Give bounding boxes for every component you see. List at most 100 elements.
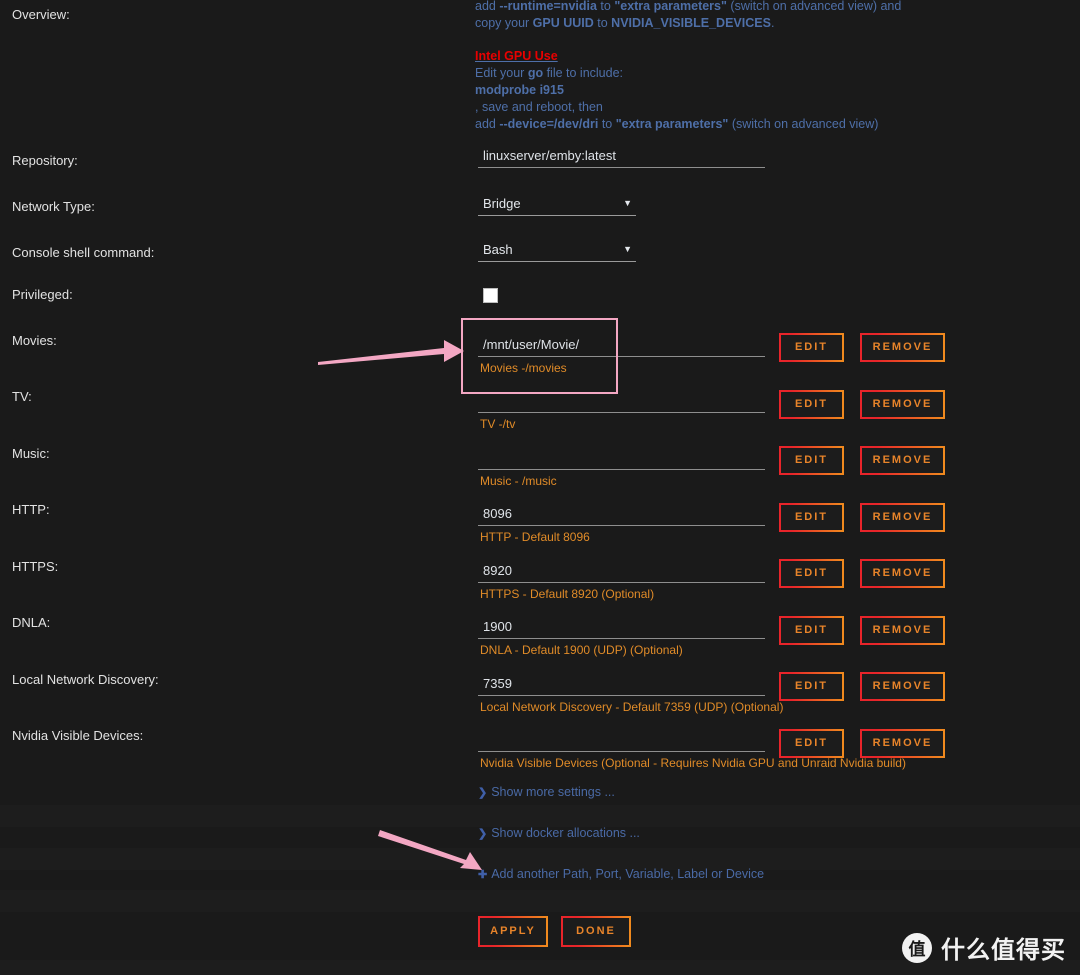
field-repository: [478, 148, 765, 168]
overview-emphasis: GPU UUID: [532, 15, 594, 30]
overview-text-run: .: [770, 15, 775, 30]
mapping-help-6: Local Network Discovery - Default 7359 (…: [480, 700, 784, 714]
privileged-checkbox[interactable]: [483, 288, 498, 303]
repository-input[interactable]: [478, 148, 765, 168]
overview-text-run: to: [598, 116, 616, 131]
label-mapping-5: DNLA:: [12, 615, 51, 630]
edit-button-7[interactable]: EDIT: [779, 729, 844, 758]
label-mapping-4: HTTPS:: [12, 559, 59, 574]
chevron-down-icon: ▼: [623, 198, 632, 208]
mapping-input-4[interactable]: [478, 563, 765, 583]
mapping-help-1: TV -/tv: [480, 417, 516, 431]
watermark-logo-icon: 值: [902, 932, 932, 963]
overview-emphasis: "extra parameters": [614, 0, 727, 13]
row-stripe: [0, 890, 1080, 912]
label-mapping-1: TV:: [12, 389, 32, 404]
console-shell-value: Bash: [483, 242, 513, 257]
overview-line: modprobe i915: [475, 82, 1035, 99]
edit-button-2[interactable]: EDIT: [779, 446, 844, 475]
overview-line: [475, 32, 1035, 49]
docker-container-settings-page: Overview: add --runtime=nvidia to "extra…: [0, 0, 1080, 975]
mapping-input-3[interactable]: [478, 506, 765, 526]
overview-line: copy your GPU UUID to NVIDIA_VISIBLE_DEV…: [475, 15, 1035, 32]
overview-line: add --device=/dev/dri to "extra paramete…: [475, 116, 1035, 133]
mapping-field-0: Movies -/movies: [478, 337, 765, 375]
link-add-another[interactable]: ✚ Add another Path, Port, Variable, Label…: [478, 867, 764, 881]
mapping-field-1: TV -/tv: [478, 393, 765, 431]
mapping-help-0: Movies -/movies: [480, 361, 567, 375]
overview-line: Edit your go file to include:: [475, 65, 1035, 82]
overview-text-run: (switch on advanced view): [728, 116, 879, 131]
overview-text-run: file to include:: [543, 66, 624, 81]
edit-button-0[interactable]: EDIT: [779, 333, 844, 362]
mapping-help-3: HTTP - Default 8096: [480, 530, 590, 544]
plus-icon: ✚: [478, 869, 488, 881]
remove-button-5[interactable]: REMOVE: [860, 616, 945, 645]
overview-text-run: to: [593, 15, 612, 30]
annotation-arrow-movies: [318, 340, 464, 365]
overview-description: add --runtime=nvidia to "extra parameter…: [475, 0, 1035, 132]
mapping-field-2: Music - /music: [478, 450, 765, 488]
network-type-select[interactable]: Bridge ▼: [478, 196, 636, 216]
mapping-input-0[interactable]: [478, 337, 765, 357]
overview-line: Intel GPU Use: [475, 48, 1035, 65]
overview-emphasis: "extra parameters": [615, 116, 729, 131]
overview-heading: Intel GPU Use: [475, 49, 558, 64]
edit-button-4[interactable]: EDIT: [779, 559, 844, 588]
edit-button-3[interactable]: EDIT: [779, 503, 844, 532]
remove-button-1[interactable]: REMOVE: [860, 390, 945, 419]
link-show-docker-allocations[interactable]: ❯ Show docker allocations ...: [478, 826, 640, 840]
label-privileged: Privileged:: [12, 287, 73, 302]
overview-text-run: copy your: [475, 15, 533, 30]
row-stripe: [0, 805, 1080, 827]
label-mapping-3: HTTP:: [12, 502, 50, 517]
overview-emphasis: NVIDIA_VISIBLE_DEVICES: [611, 15, 771, 30]
mapping-help-2: Music - /music: [480, 474, 557, 488]
label-overview: Overview:: [12, 7, 70, 22]
link-show-more-settings[interactable]: ❯ Show more settings ...: [478, 785, 615, 799]
chevron-down-icon: ❯: [478, 787, 488, 799]
chevron-down-icon: ▼: [623, 244, 632, 254]
overview-text-run: add: [475, 116, 500, 131]
mapping-field-4: HTTPS - Default 8920 (Optional): [478, 563, 765, 601]
label-repository: Repository:: [12, 153, 78, 168]
remove-button-4[interactable]: REMOVE: [860, 559, 945, 588]
label-mapping-7: Nvidia Visible Devices:: [12, 728, 144, 743]
remove-button-6[interactable]: REMOVE: [860, 672, 945, 701]
edit-button-5[interactable]: EDIT: [779, 616, 844, 645]
done-button[interactable]: DONE: [561, 916, 631, 947]
network-type-value: Bridge: [483, 196, 521, 211]
mapping-field-3: HTTP - Default 8096: [478, 506, 765, 544]
watermark: 值 什么值得买: [902, 930, 1066, 965]
remove-button-3[interactable]: REMOVE: [860, 503, 945, 532]
overview-line: add --runtime=nvidia to "extra parameter…: [475, 0, 1035, 15]
overview-emphasis: --device=/dev/dri: [499, 116, 599, 131]
overview-emphasis: modprobe i915: [475, 82, 564, 97]
console-shell-select[interactable]: Bash ▼: [478, 242, 636, 262]
label-mapping-0: Movies:: [12, 333, 57, 348]
overview-emphasis: --runtime=nvidia: [499, 0, 597, 13]
remove-button-2[interactable]: REMOVE: [860, 446, 945, 475]
mapping-input-2[interactable]: [478, 450, 765, 470]
mapping-input-6[interactable]: [478, 676, 765, 696]
mapping-input-7[interactable]: [478, 732, 765, 752]
link-show-more-settings-label: Show more settings ...: [491, 785, 615, 799]
mapping-input-5[interactable]: [478, 619, 765, 639]
mapping-field-5: DNLA - Default 1900 (UDP) (Optional): [478, 619, 765, 657]
edit-button-6[interactable]: EDIT: [779, 672, 844, 701]
watermark-text: 什么值得买: [941, 936, 1066, 964]
overview-text-run: add: [475, 0, 500, 13]
label-network-type: Network Type:: [12, 199, 95, 214]
mapping-help-4: HTTPS - Default 8920 (Optional): [480, 587, 655, 601]
chevron-down-icon: ❯: [478, 828, 488, 840]
remove-button-7[interactable]: REMOVE: [860, 729, 945, 758]
overview-text-run: (switch on advanced view) and: [726, 0, 902, 13]
label-console-shell-command: Console shell command:: [12, 245, 155, 260]
label-mapping-2: Music:: [12, 446, 50, 461]
apply-button[interactable]: APPLY: [478, 916, 548, 947]
mapping-input-1[interactable]: [478, 393, 765, 413]
remove-button-0[interactable]: REMOVE: [860, 333, 945, 362]
mapping-field-6: Local Network Discovery - Default 7359 (…: [478, 676, 783, 714]
edit-button-1[interactable]: EDIT: [779, 390, 844, 419]
overview-text-run: to: [596, 0, 615, 13]
